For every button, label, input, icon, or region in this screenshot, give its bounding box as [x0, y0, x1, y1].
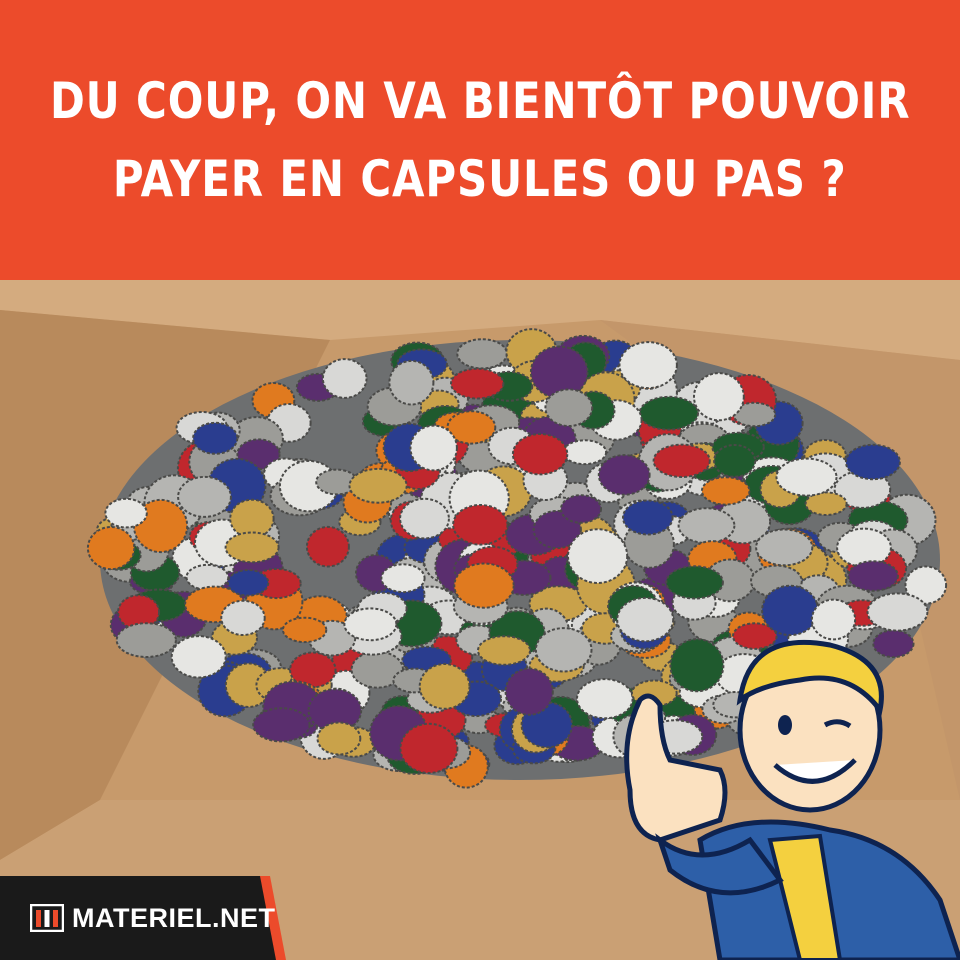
bottle-cap [409, 424, 458, 472]
bottle-cap [504, 667, 554, 716]
bottle-cap [104, 497, 148, 529]
bottle-cap [597, 454, 651, 496]
bottle-cap [755, 528, 814, 567]
brand-badge: MATERIEL.NET [0, 876, 286, 960]
bottle-cap [453, 562, 515, 609]
bottle-cap [534, 627, 593, 673]
bottle-cap [192, 421, 239, 455]
bottle-cap [847, 560, 899, 592]
bottle-cap [321, 358, 368, 399]
bottle-cap [86, 526, 136, 571]
bottle-cap [810, 598, 857, 641]
bottle-cap [399, 722, 459, 774]
bottle-cap [529, 345, 589, 399]
bottle-cap [804, 491, 848, 516]
bottle-cap [185, 563, 230, 591]
bottle-cap [456, 338, 508, 370]
bottle-cap [177, 475, 232, 518]
bottle-cap [713, 444, 757, 478]
bottle-cap [836, 527, 892, 568]
bottle-cap [562, 439, 608, 466]
bottle-cap [224, 531, 280, 564]
bottle-cap [229, 498, 275, 539]
bottle-cap [226, 569, 270, 597]
bottle-cap [316, 721, 362, 756]
headline-line-1: DU COUP, ON VA BIENTÔT POUVOIR [49, 72, 911, 130]
bottle-cap [618, 341, 678, 390]
bottle-cap [450, 367, 505, 400]
bottle-cap [622, 499, 674, 536]
bottle-cap [560, 494, 602, 524]
bottle-cap [872, 629, 915, 659]
bottle-cap [669, 638, 725, 693]
bottle-cap [693, 372, 745, 422]
bottle-cap [388, 359, 435, 406]
bottle-cap [477, 635, 531, 666]
headline-banner: DU COUP, ON VA BIENTÔT POUVOIR PAYER EN … [0, 0, 960, 280]
bottle-cap [380, 563, 426, 594]
bottle-cap [252, 707, 311, 743]
bottle-cap [452, 504, 509, 546]
headline-line-2: PAYER EN CAPSULES OU PAS ? [113, 150, 847, 208]
bottle-cap [638, 395, 699, 431]
bottle-cap [115, 622, 177, 659]
bottle-cap [348, 467, 408, 504]
bottle-cap [652, 443, 711, 479]
brand-name: MATERIEL.NET [72, 903, 276, 933]
bottle-cap [418, 663, 471, 710]
bottle-cap [866, 592, 929, 632]
bottle-cap [343, 607, 398, 642]
bottle-cap [844, 443, 901, 481]
bottle-cap [761, 584, 820, 637]
bottle-cap [305, 525, 350, 568]
bottle-cap [567, 528, 629, 585]
bottle-cap [544, 388, 594, 427]
bottle-cap [616, 596, 675, 643]
bottle-cap [281, 616, 328, 644]
shop-front-icon [30, 904, 64, 932]
bottle-cap [170, 635, 227, 679]
bottle-cap [511, 433, 569, 476]
bottle-cap [700, 476, 751, 506]
bottle-cap [576, 678, 634, 720]
bottle-cap [665, 565, 724, 600]
bottle-caps-photo [0, 280, 960, 960]
bottle-cap [399, 497, 450, 540]
bottle-cap [677, 507, 736, 545]
bottle-cap [775, 457, 838, 497]
bottle-cap [220, 599, 266, 636]
